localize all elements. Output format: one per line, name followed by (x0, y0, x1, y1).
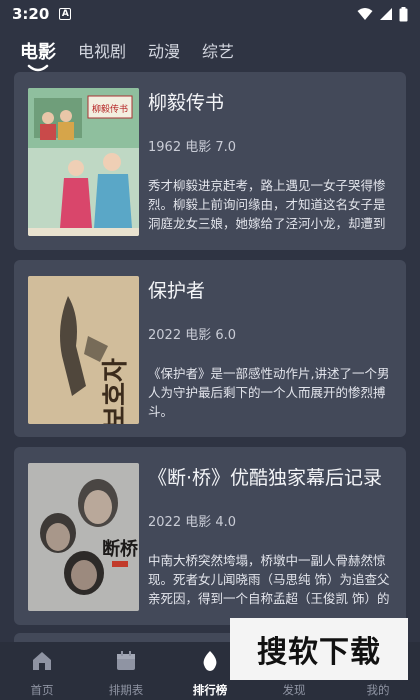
tab-variety-label: 综艺 (202, 42, 235, 61)
status-icons (357, 6, 408, 22)
tab-tv[interactable]: 电视剧 (78, 30, 126, 62)
poster-title-text: 断桥 (102, 538, 139, 560)
movie-title: 柳毅传书 (148, 92, 225, 114)
home-icon (29, 648, 55, 674)
poster-title-text: 보호자 (101, 358, 131, 424)
tab-variety[interactable]: 综艺 (202, 30, 234, 62)
movie-title: 《断·桥》优酷独家幕后记录 (148, 467, 383, 489)
tab-movie-label: 电影 (20, 42, 56, 63)
nav-ranking-label: 排行榜 (192, 683, 228, 697)
tab-movie[interactable]: 电影 (20, 30, 56, 72)
nav-discover-label: 发现 (282, 683, 306, 697)
movie-title: 保护者 (148, 280, 206, 302)
watermark-text: 搜软下载 (257, 635, 381, 670)
nav-home[interactable]: 首页 (0, 642, 84, 700)
battery-icon (399, 6, 408, 21)
movie-poster: 보호자 (28, 276, 139, 424)
calendar-icon (113, 648, 139, 674)
nav-schedule-label: 排期表 (108, 683, 144, 697)
movie-card[interactable]: 보호자 保护者 2022 电影 6.0 《保护者》是一部感性动作片,讲述了一个男… (14, 260, 406, 437)
movie-meta: 1962 电影 7.0 (148, 140, 237, 155)
category-tabs: 电影 电视剧 动漫 综艺 (0, 30, 420, 72)
signal-icon (380, 8, 392, 20)
tab-anime[interactable]: 动漫 (148, 30, 180, 62)
nav-profile-label: 我的 (366, 683, 390, 697)
movie-description: 秀才柳毅进京赶考，路上遇见一女子哭得惨烈。柳毅上前询问缘由，才知道这名女子是洞庭… (148, 178, 386, 236)
nav-schedule[interactable]: 排期表 (84, 642, 168, 700)
tab-anime-label: 动漫 (148, 42, 181, 61)
status-bar: 3:20 A (0, 0, 420, 28)
movie-list: 柳毅传书 柳毅传书 1962 电影 7.0 秀才柳毅进京赶考，路上遇见一女子哭得… (14, 72, 406, 653)
ranking-icon (197, 648, 223, 674)
movie-card[interactable]: 柳毅传书 柳毅传书 1962 电影 7.0 秀才柳毅进京赶考，路上遇见一女子哭得… (14, 72, 406, 250)
movie-poster: 柳毅传书 (28, 88, 139, 236)
poster-title-text: 柳毅传书 (92, 103, 128, 115)
status-time: 3:20 (12, 5, 50, 23)
wifi-icon (357, 8, 373, 20)
nav-home-label: 首页 (30, 683, 54, 697)
movie-description: 中南大桥突然垮塌，桥墩中一副人骨赫然惊现。死者女儿闻晓雨（马思纯 饰）为追查父亲… (148, 553, 390, 611)
movie-poster: 断桥 (28, 463, 139, 611)
tab-tv-label: 电视剧 (78, 42, 127, 61)
watermark-logo: 搜软下载 (230, 618, 408, 680)
notification-icon: A (59, 8, 72, 20)
movie-description: 《保护者》是一部感性动作片,讲述了一个男人为守护最后剩下的一个人而展开的惨烈搏斗… (148, 366, 390, 419)
movie-meta: 2022 电影 6.0 (148, 328, 237, 343)
movie-meta: 2022 电影 4.0 (148, 515, 237, 530)
movie-card[interactable]: 断桥 《断·桥》优酷独家幕后记录 2022 电影 4.0 中南大桥突然垮塌，桥墩… (14, 447, 406, 625)
